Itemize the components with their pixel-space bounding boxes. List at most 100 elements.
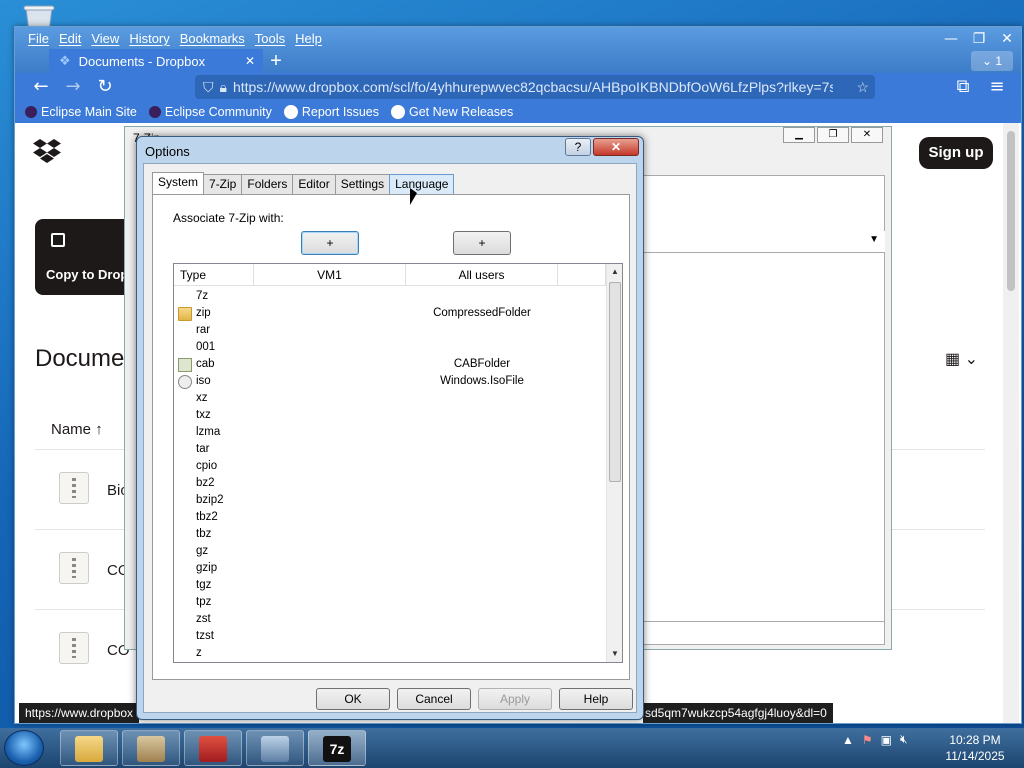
new-tab-button[interactable]: + — [265, 51, 287, 73]
fm-status-bar — [641, 621, 885, 641]
volume-muted-icon[interactable]: 🔇︎ — [900, 732, 908, 747]
tab-editor[interactable]: Editor — [292, 174, 336, 194]
associate-current-user-button[interactable]: + — [301, 231, 359, 255]
forward-icon[interactable]: → — [61, 76, 85, 98]
page-scrollbar[interactable] — [1003, 123, 1019, 723]
list-item[interactable]: tbz — [174, 526, 606, 543]
reload-icon[interactable]: ↻ — [93, 76, 117, 98]
ok-button[interactable]: OK — [316, 688, 390, 710]
menu-bookmarks[interactable]: Bookmarks — [175, 31, 250, 49]
list-item[interactable]: z — [174, 645, 606, 662]
fm-restore-button[interactable]: ❐ — [817, 127, 849, 143]
dialog-close-button[interactable]: ✕ — [593, 138, 639, 156]
fm-path-combo[interactable]: ▼ — [641, 231, 885, 253]
dropbox-logo-icon[interactable] — [33, 139, 61, 166]
hamburger-menu-icon[interactable]: ≡ — [985, 76, 1009, 98]
menu-edit[interactable]: Edit — [54, 31, 86, 49]
list-item[interactable]: 001 — [174, 339, 606, 356]
maximize-button[interactable]: ❐ — [967, 29, 991, 49]
list-item[interactable]: gzip — [174, 560, 606, 577]
list-scrollbar[interactable]: ▲ ▼ — [606, 264, 622, 662]
list-item[interactable]: bz2 — [174, 475, 606, 492]
action-center-flag-icon[interactable]: ⚑ — [862, 733, 873, 747]
menu-file[interactable]: File — [23, 31, 54, 49]
associate-all-users-button[interactable]: + — [453, 231, 511, 255]
bookmark-eclipse-community[interactable]: Eclipse Community — [148, 105, 272, 119]
bookmark-eclipse-main[interactable]: Eclipse Main Site — [25, 105, 137, 119]
url-bar[interactable]: ⛉ 🔒︎ https://www.dropbox.com/scl/fo/4yhh… — [195, 75, 875, 99]
browser-tab[interactable]: ❖ Documents - Dropbox ✕ — [49, 49, 263, 73]
menu-help[interactable]: Help — [290, 31, 327, 49]
fm-minimize-button[interactable]: ▁ — [783, 127, 815, 143]
taskbar-tool[interactable] — [246, 730, 304, 766]
scrollbar-thumb[interactable] — [1007, 131, 1015, 291]
help-button[interactable]: Help — [559, 688, 633, 710]
list-scrollbar-thumb[interactable] — [609, 282, 621, 482]
dialog-help-button[interactable]: ? — [565, 138, 591, 156]
column-header-vm1[interactable]: VM1 — [254, 264, 406, 286]
sign-up-button[interactable]: Sign up — [919, 137, 993, 169]
column-header-type[interactable]: Type — [174, 264, 254, 286]
menu-history[interactable]: History — [124, 31, 174, 49]
url-text[interactable]: https://www.dropbox.com/scl/fo/4yhhurepw… — [233, 79, 833, 95]
list-item[interactable]: lzma — [174, 424, 606, 441]
scroll-up-arrow-icon[interactable]: ▲ — [607, 264, 622, 280]
list-item[interactable]: xz — [174, 390, 606, 407]
taskbar-firefox[interactable] — [184, 730, 242, 766]
list-item[interactable]: tar — [174, 441, 606, 458]
vm1-cell — [254, 492, 406, 509]
back-icon[interactable]: ← — [29, 76, 53, 98]
list-item[interactable]: zst — [174, 611, 606, 628]
list-item[interactable]: txz — [174, 407, 606, 424]
show-hidden-icons-icon[interactable]: ▲ — [842, 733, 854, 747]
bookmark-report-issues[interactable]: Report Issues — [283, 105, 379, 119]
bookmark-get-new-releases[interactable]: Get New Releases — [390, 105, 513, 119]
association-list[interactable]: Type VM1 All users 7z zip CompressedFolder… — [173, 263, 623, 663]
close-tab-icon[interactable]: ✕ — [245, 54, 255, 68]
list-item[interactable]: 7z — [174, 288, 606, 305]
lock-icon[interactable]: 🔒︎ — [220, 79, 227, 96]
fm-close-button[interactable]: ✕ — [851, 127, 883, 143]
all-users-cell — [406, 441, 558, 458]
all-users-cell — [406, 560, 558, 577]
minimize-button[interactable]: — — [939, 29, 963, 49]
list-item[interactable]: cpio — [174, 458, 606, 475]
tab-system[interactable]: System — [152, 172, 205, 194]
list-item[interactable]: tpz — [174, 594, 606, 611]
scroll-down-arrow-icon[interactable]: ▼ — [607, 646, 622, 662]
taskbar-explorer[interactable] — [60, 730, 118, 766]
list-item[interactable]: zip CompressedFolder — [174, 305, 606, 322]
taskbar-7zip[interactable]: 7z — [308, 730, 366, 766]
list-item[interactable]: iso Windows.IsoFile — [174, 373, 606, 390]
list-all-tabs-button[interactable]: ⌄ 1 — [971, 51, 1013, 71]
list-item[interactable]: tgz — [174, 577, 606, 594]
menu-tools[interactable]: Tools — [250, 31, 290, 49]
type-cell: tgz — [174, 577, 254, 594]
tab-folders[interactable]: Folders — [241, 174, 294, 194]
grid-view-icon[interactable]: ▦ ⌄ — [945, 349, 978, 369]
tab-language[interactable]: Language — [389, 174, 455, 194]
list-item[interactable]: bzip2 — [174, 492, 606, 509]
tab-7zip[interactable]: 7-Zip — [203, 174, 243, 194]
taskbar-libraries[interactable] — [122, 730, 180, 766]
menu-view[interactable]: View — [86, 31, 124, 49]
close-button[interactable]: ✕ — [995, 29, 1019, 49]
all-users-cell: CABFolder — [453, 358, 511, 370]
extensions-icon[interactable]: ⧉ — [951, 76, 975, 98]
list-item[interactable]: gz — [174, 543, 606, 560]
list-item[interactable]: cab CABFolder — [174, 356, 606, 373]
type-label: gz — [196, 545, 209, 557]
tab-settings[interactable]: Settings — [334, 174, 391, 194]
start-button[interactable] — [4, 730, 44, 766]
network-icon[interactable]: ▣ — [881, 733, 892, 747]
name-column-header[interactable]: Name ↑ — [51, 421, 103, 438]
clock[interactable]: 10:28 PM 11/14/2025 — [940, 732, 1010, 764]
list-item[interactable]: rar — [174, 322, 606, 339]
cancel-button[interactable]: Cancel — [397, 688, 471, 710]
shield-icon[interactable]: ⛉ — [203, 79, 214, 96]
list-item[interactable]: tbz2 — [174, 509, 606, 526]
list-item[interactable]: tzst — [174, 628, 606, 645]
apply-button[interactable]: Apply — [478, 688, 552, 710]
column-header-all-users[interactable]: All users — [406, 264, 558, 286]
bookmark-star-icon[interactable]: ☆ — [856, 79, 869, 96]
